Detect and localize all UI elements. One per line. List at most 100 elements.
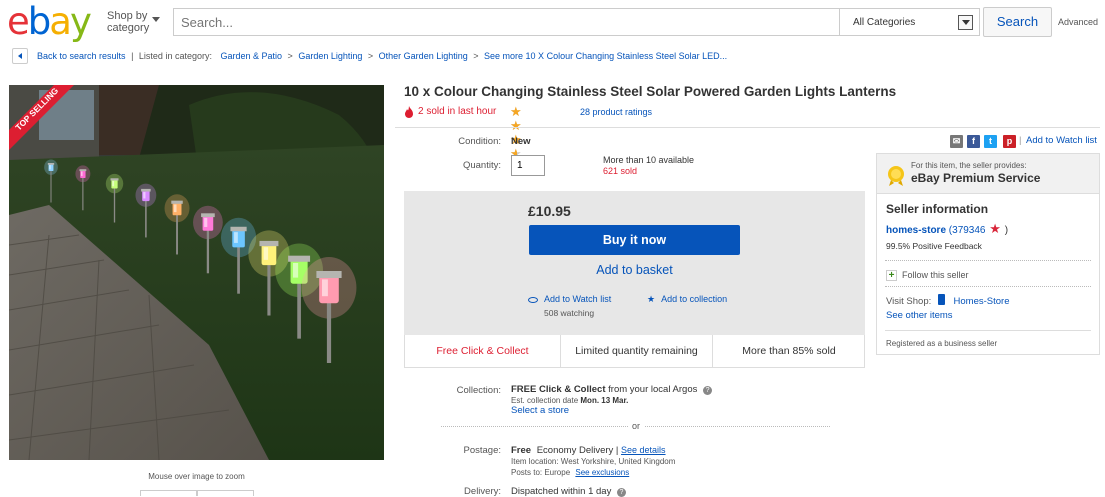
product-title: 10 x Colour Changing Stainless Steel Sol… — [404, 84, 897, 99]
advanced-search-link[interactable]: Advanced — [1058, 17, 1098, 27]
help-icon[interactable]: ? — [616, 488, 626, 497]
delivery-value: Dispatched within 1 day ? — [511, 486, 626, 497]
add-to-collection-label: Add to collection — [661, 294, 728, 304]
separator: | — [615, 445, 619, 456]
breadcrumb-separator: > — [367, 51, 374, 61]
condition-value: New — [511, 136, 531, 147]
collection-bold: FREE Click & Collect — [511, 384, 606, 395]
shop-name-link[interactable]: Homes-Store — [954, 296, 1010, 307]
dropdown-arrow-icon[interactable] — [958, 15, 973, 30]
badge-percent-sold: More than 85% sold — [712, 335, 865, 367]
add-to-collection-link[interactable]: ★ Add to collection — [647, 294, 727, 305]
twitter-icon[interactable]: t — [984, 135, 997, 148]
add-to-watchlist-link[interactable]: Add to Watch list — [528, 294, 611, 304]
delivery-label: Delivery: — [464, 486, 501, 497]
chevron-down-icon — [152, 17, 160, 22]
plus-icon: + — [886, 270, 897, 282]
add-to-basket-button[interactable]: Add to basket — [529, 263, 740, 277]
breadcrumb-separator: > — [287, 51, 293, 61]
search-input[interactable] — [174, 9, 839, 35]
postage-label: Postage: — [463, 445, 502, 456]
ebay-logo[interactable]: ebay — [7, 3, 97, 41]
separator: | — [1019, 135, 1022, 146]
fire-icon — [405, 106, 413, 118]
registered-business-text: Registered as a business seller — [886, 339, 998, 348]
top-selling-ribbon: TOP SELLING — [9, 85, 74, 150]
visit-shop-label: Visit Shop: — [886, 296, 932, 307]
positive-feedback: 99.5% Positive Feedback — [886, 241, 982, 251]
shop-door-icon — [937, 294, 945, 305]
divider — [395, 127, 1100, 128]
select-store-link[interactable]: Select a store — [511, 405, 569, 416]
shop-by-label: Shop by — [107, 10, 148, 22]
logo-letter: e — [7, 0, 30, 43]
back-to-search-link[interactable]: Back to search results — [37, 51, 126, 61]
feedback-score-link[interactable]: (379346 — [949, 225, 986, 236]
buy-it-now-button[interactable]: Buy it now — [529, 225, 740, 255]
thumbnail[interactable] — [140, 490, 198, 496]
breadcrumb-item[interactable]: See more 10 X Colour Changing Stainless … — [484, 51, 727, 61]
search-box — [173, 8, 839, 36]
category-select[interactable]: All Categories — [839, 8, 980, 36]
header: ebay Shop by category All Categories Sea… — [0, 0, 1105, 44]
email-icon[interactable]: ✉ — [950, 135, 963, 148]
postage-value: Free Economy Delivery | See details — [511, 445, 666, 456]
shop-by-category-button[interactable]: Shop by category — [107, 10, 160, 34]
star-icon: ★★ — [510, 118, 522, 133]
available-text: More than 10 available — [603, 155, 695, 165]
buy-panel: £10.95 Buy it now Add to basket Add to W… — [404, 191, 865, 335]
breadcrumb-item[interactable]: Garden Lighting — [298, 51, 362, 61]
logo-letter: y — [69, 0, 92, 43]
score-close: ) — [1004, 225, 1009, 236]
logo-letter: a — [49, 0, 72, 43]
seller-name-row: homes-store (379346 ★ ) — [886, 221, 1008, 237]
watching-count: 508 watching — [544, 308, 595, 318]
pinterest-icon[interactable]: p — [1003, 135, 1016, 148]
thumbnail[interactable] — [196, 490, 254, 496]
logo-letter: b — [27, 0, 51, 43]
or-separator: or — [628, 421, 645, 431]
breadcrumb-separator: > — [473, 51, 479, 61]
breadcrumb-item[interactable]: Other Garden Lighting — [379, 51, 468, 61]
search-button[interactable]: Search — [983, 7, 1052, 37]
facebook-icon[interactable]: f — [967, 135, 980, 148]
badges-row: Free Click & Collect Limited quantity re… — [404, 335, 865, 368]
divider — [885, 330, 1091, 331]
follow-seller-button[interactable]: + Follow this seller — [886, 270, 969, 282]
divider — [885, 260, 1091, 261]
collection-label: Collection: — [456, 385, 501, 396]
seller-info-title: Seller information — [886, 202, 989, 216]
see-exclusions-link[interactable]: See exclusions — [575, 468, 629, 477]
eye-icon — [528, 296, 538, 303]
see-other-items-link[interactable]: See other items — [886, 310, 953, 321]
follow-seller-label: Follow this seller — [902, 270, 969, 280]
collection-value: FREE Click & Collect from your local Arg… — [511, 384, 713, 395]
posts-to: Posts to: Europe — [511, 468, 571, 477]
posts-to-row: Posts to: Europe See exclusions — [511, 468, 629, 477]
premium-badge-icon — [888, 166, 904, 186]
add-to-watchlist-label: Add to Watch list — [544, 294, 612, 304]
visit-shop-row: Visit Shop: Homes-Store — [886, 294, 1010, 307]
see-details-link[interactable]: See details — [621, 445, 666, 455]
breadcrumb-item[interactable]: Garden & Patio — [220, 51, 282, 61]
collection-rest: from your local Argos — [605, 384, 698, 395]
back-arrow-icon[interactable] — [12, 48, 28, 64]
star-icon: ★★ — [510, 104, 522, 119]
add-to-watchlist-link[interactable]: Add to Watch list — [1026, 135, 1097, 146]
item-location: Item location: West Yorkshire, United Ki… — [511, 457, 676, 466]
seller-name-link[interactable]: homes-store — [886, 225, 946, 236]
ratings-link[interactable]: 28 product ratings — [580, 107, 652, 117]
delivery-text: Dispatched within 1 day — [511, 486, 612, 497]
product-image[interactable]: TOP SELLING — [9, 85, 384, 460]
seller-panel: For this item, the seller provides: eBay… — [876, 153, 1100, 355]
est-collection-prefix: Est. collection date — [511, 396, 579, 405]
sold-count: 621 sold — [603, 166, 638, 176]
quantity-label: Quantity: — [462, 160, 501, 171]
help-icon[interactable]: ? — [703, 386, 713, 395]
condition-label: Condition: — [458, 136, 501, 147]
sold-last-hour: 2 sold in last hour — [418, 106, 497, 117]
postage-free: Free — [511, 445, 532, 456]
quantity-input[interactable] — [511, 155, 545, 176]
ribbon-text: TOP SELLING — [13, 85, 60, 132]
badge-click-collect: Free Click & Collect — [436, 345, 529, 357]
